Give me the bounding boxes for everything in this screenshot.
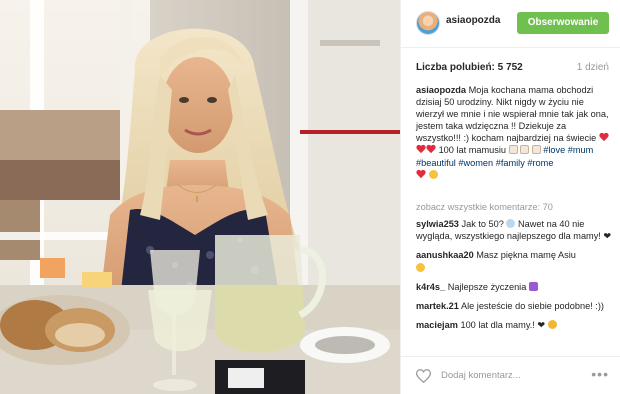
heart-emoji-icon [416, 170, 426, 179]
kiss-emoji-icon [428, 169, 438, 179]
post-footer: Dodaj komentarz... ••• [401, 356, 620, 394]
post-time[interactable]: 1 dzień [577, 62, 609, 73]
cake-emoji-icon [531, 145, 541, 155]
hashtag[interactable]: #family [496, 158, 525, 168]
comment-username[interactable]: k4r4s_ [416, 282, 445, 292]
comment: aanushkaa20 Masz piękna mamę Asiu [416, 249, 612, 273]
comment: martek.21 Ale jesteście do siebie podobn… [416, 300, 612, 312]
post-sidebar: asiaopozda Obserwowanie Liczba polubień:… [400, 0, 620, 394]
heart-icon[interactable] [416, 369, 431, 383]
caption-text-2: 100 lat mamusiu [438, 145, 506, 156]
heart-emoji-icon [599, 133, 609, 142]
hashtag[interactable]: #beautiful [416, 158, 456, 168]
comment-text: Masz piękna mamę Asiu [476, 250, 576, 261]
laughing-emoji-icon [416, 262, 425, 272]
post-photo[interactable] [0, 0, 400, 394]
avatar[interactable] [416, 11, 440, 35]
comment-text: Ale jesteście do siebie podobne! :)) [460, 301, 604, 312]
cake-emoji-icon [520, 145, 530, 155]
heart-emoji-icon [426, 145, 436, 154]
likes-row: Liczba polubień: 5 752 1 dzień [416, 62, 609, 76]
comment: sylwia253 Jak to 50? Nawet na 40 nie wyg… [416, 218, 612, 242]
comment-text: 100 lat dla mamy.! ❤ [460, 320, 546, 331]
post-caption: asiaopozda Moja kochana mama obchodzi dz… [416, 84, 612, 181]
add-comment-input[interactable]: Dodaj komentarz... [441, 370, 521, 381]
post-photo-illustration [0, 0, 400, 394]
flower-emoji-icon [547, 320, 557, 330]
comment-username[interactable]: sylwia253 [416, 219, 459, 229]
instagram-post: asiaopozda Obserwowanie Liczba polubień:… [0, 0, 620, 394]
comment: k4r4s_ Najlepsze życzenia [416, 281, 612, 293]
comment-text: Najlepsze życzenia [447, 281, 527, 292]
purple-heart-emoji-icon [528, 281, 538, 291]
view-all-comments[interactable]: zobacz wszystkie komentarze: 70 [416, 202, 553, 212]
fearful-emoji-icon [506, 219, 516, 228]
comment-username[interactable]: aanushkaa20 [416, 250, 474, 260]
caption-username[interactable]: asiaopozda [416, 85, 466, 95]
post-header: asiaopozda Obserwowanie [401, 0, 620, 48]
heart-emoji-icon [416, 145, 426, 154]
likes-count[interactable]: Liczba polubień: 5 752 [416, 62, 523, 73]
comment: maciejam 100 lat dla mamy.! ❤ [416, 319, 612, 331]
comment-username[interactable]: martek.21 [416, 301, 459, 311]
comment-text: Jak to 50? [461, 219, 504, 229]
more-options-icon[interactable]: ••• [591, 366, 609, 382]
hashtag[interactable]: #rome [527, 158, 553, 168]
hashtag[interactable]: #women [458, 158, 493, 168]
follow-button[interactable]: Obserwowanie [517, 12, 609, 34]
header-username[interactable]: asiaopozda [446, 15, 500, 26]
comment-list: sylwia253 Jak to 50? Nawet na 40 nie wyg… [416, 218, 612, 338]
hashtag[interactable]: #love [543, 145, 565, 155]
cake-emoji-icon [508, 145, 518, 155]
comment-username[interactable]: maciejam [416, 320, 458, 330]
hashtag[interactable]: #mum [568, 145, 594, 155]
